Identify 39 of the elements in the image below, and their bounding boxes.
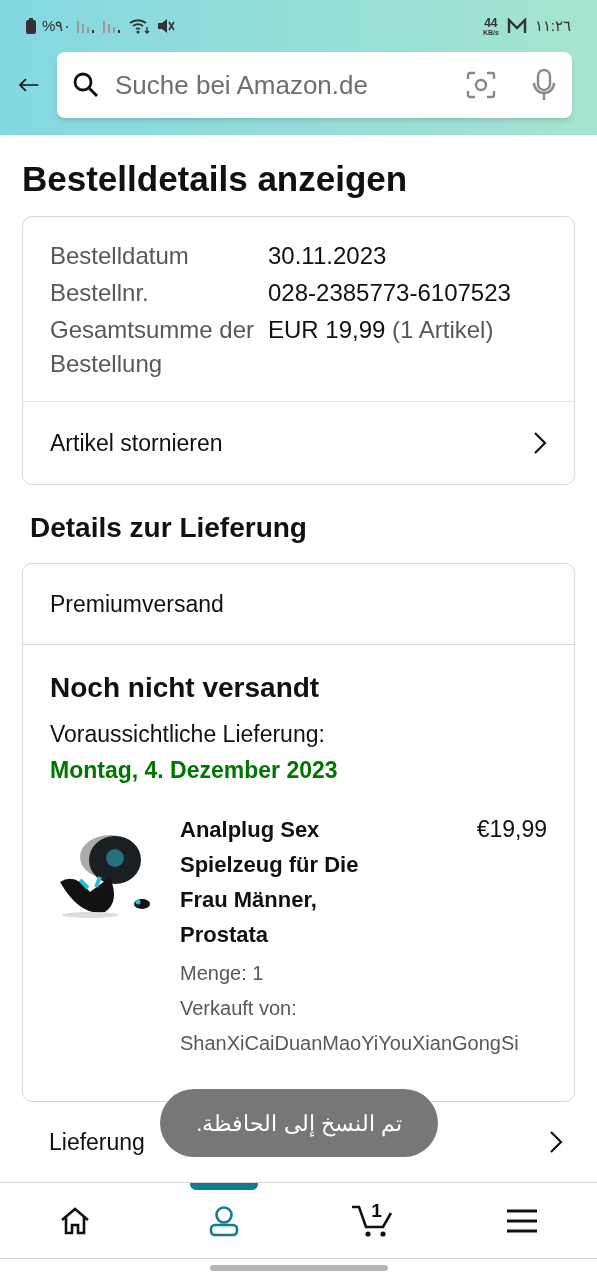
shipping-method: Premiumversand: [23, 563, 574, 645]
seller-label: Verkauft von:: [180, 995, 298, 1021]
section-heading: Details zur Lieferung: [30, 510, 308, 545]
nav-tab[interactable]: 1: [298, 1183, 448, 1258]
order-info-value: 028-2385773-6107523: [268, 277, 511, 308]
cart-count: 1: [371, 1198, 382, 1223]
search-icon: [73, 72, 99, 98]
page-title: Bestelldetails anzeigen: [22, 158, 409, 200]
delivery-date: Montag, 4. Dezember 2023: [50, 756, 339, 786]
mute-icon: [157, 18, 176, 34]
search-field[interactable]: Suche bei Amazon.de: [115, 65, 450, 105]
network-speed: 44: [484, 16, 498, 29]
chevron-right-icon: [533, 430, 547, 455]
product-price: €19,99: [476, 814, 547, 844]
order-info-label: Gesamtsumme der Bestellung: [50, 314, 256, 379]
wifi-icon: [129, 18, 152, 34]
order-info-label: Bestellnr.: [50, 277, 150, 308]
battery-icon: [26, 18, 36, 34]
cancel-items-row[interactable]: Artikel stornieren: [23, 400, 574, 484]
menu-icon: [507, 1208, 538, 1233]
shipment-status: Noch nicht versandt: [50, 670, 321, 705]
camera-icon[interactable]: [466, 71, 496, 99]
order-info-value: 30.11.2023: [268, 240, 387, 271]
seller-name[interactable]: ShanXiCaiDuanMaoYiYouXianGongSi: [180, 1025, 557, 1061]
toast: تم النسخ إلى الحافظة.: [160, 1089, 438, 1157]
delivery-label: Voraussichtliche Lieferung:: [50, 719, 326, 749]
person-icon: [207, 1204, 240, 1237]
clock: ١١:٢٦: [534, 15, 571, 36]
quantity: Menge: 1: [180, 960, 265, 986]
search-bar[interactable]: Suche bei Amazon.de: [57, 52, 572, 118]
selected-indicator: [189, 1183, 258, 1190]
battery-level: %٩٠: [42, 15, 72, 36]
product-title[interactable]: Analplug Sex Spielzeug für Die Frau Männer, Prostata: [180, 811, 395, 952]
mail-icon: [506, 18, 527, 34]
microphone-icon[interactable]: [532, 69, 556, 101]
home-icon: [59, 1206, 90, 1235]
order-info-label: Bestelldatum: [50, 240, 190, 271]
chevron-right-icon: [549, 1130, 563, 1155]
order-info-value: EUR 19,99 (1 Artikel): [268, 314, 494, 345]
